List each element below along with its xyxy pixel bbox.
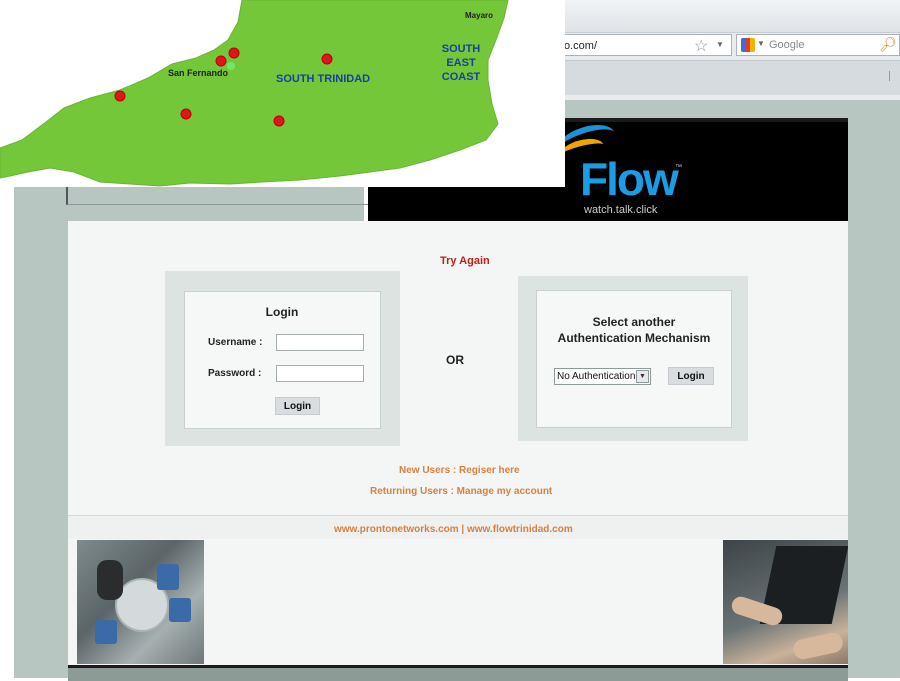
tagline: watch.talk.click: [584, 204, 658, 216]
office-meeting-photo: [77, 540, 204, 664]
or-separator: OR: [446, 353, 464, 367]
map-label-south-east-coast: SOUTH EAST COAST: [441, 43, 481, 83]
chevron-down-icon[interactable]: ▼: [716, 40, 724, 49]
photo-hand: [791, 631, 845, 661]
map-label-san-fernando: San Fernando: [168, 68, 229, 78]
flow-logo: Flow: [580, 153, 679, 205]
photo-chair: [169, 598, 191, 622]
laptop-photo: [723, 540, 848, 664]
search-box[interactable]: ▼ Google 🔎︎: [736, 34, 900, 56]
chevron-down-icon[interactable]: ▼: [757, 39, 765, 48]
photo-person: [97, 560, 123, 600]
bottom-bar: [68, 665, 848, 681]
password-label: Password :: [208, 368, 262, 379]
browser-chrome: o.com/ ☆ ▼ ▼ Google 🔎︎: [560, 0, 900, 100]
register-link[interactable]: New Users : Regiser here: [399, 465, 520, 476]
username-label: Username :: [208, 337, 263, 348]
auth-title-line1: Select another: [592, 315, 676, 329]
trademark: ™: [675, 164, 682, 171]
photo-chair: [157, 564, 179, 590]
google-icon[interactable]: [741, 38, 755, 52]
login-button[interactable]: Login: [275, 397, 320, 415]
map-shape: [0, 0, 509, 187]
login-title: Login: [265, 305, 299, 319]
search-icon[interactable]: 🔎︎: [879, 36, 897, 53]
auth-title-line2: Authentication Mechanism: [557, 331, 711, 345]
auth-selected-option: No Authentication: [557, 371, 636, 382]
bookmark-star-icon[interactable]: ☆: [694, 36, 708, 56]
chevron-down-icon[interactable]: ▼: [636, 370, 649, 383]
password-input[interactable]: [276, 365, 364, 382]
photo-chair: [95, 620, 117, 644]
login-panel: [165, 271, 400, 446]
auth-card: [536, 290, 732, 428]
page-background: [848, 100, 900, 678]
footer-links[interactable]: www.prontonetworks.com | www.flowtrinida…: [334, 524, 573, 535]
tab-scroll-icon[interactable]: [889, 71, 896, 81]
auth-mechanism-select[interactable]: No Authentication ▼: [554, 368, 651, 385]
search-placeholder: Google: [769, 39, 805, 51]
trinidad-map: San Fernando SOUTH TRINIDAD SOUTH EAST C…: [0, 0, 565, 187]
browser-title-bar: [560, 0, 900, 33]
map-label-south-trinidad: SOUTH TRINIDAD: [276, 73, 371, 85]
error-message: Try Again: [440, 255, 490, 267]
auth-login-button[interactable]: Login: [668, 367, 714, 385]
auth-panel: [518, 276, 748, 441]
tab-bar: [560, 60, 900, 95]
manage-account-link[interactable]: Returning Users : Manage my account: [370, 486, 552, 497]
map-label-mayaro: Mayaro: [465, 11, 494, 20]
username-input[interactable]: [276, 334, 364, 351]
